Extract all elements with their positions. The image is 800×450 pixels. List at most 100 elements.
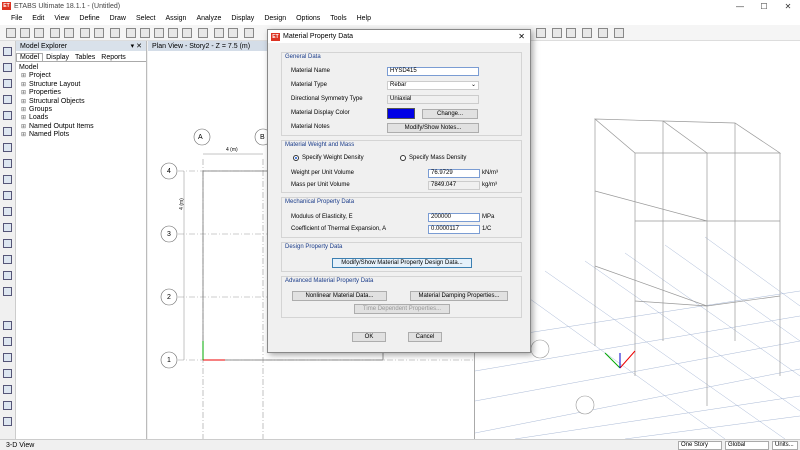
- tree-root-model[interactable]: Model: [19, 64, 143, 72]
- zoom-fit-icon[interactable]: [168, 28, 178, 38]
- damping-properties-button[interactable]: Material Damping Properties...: [410, 291, 508, 301]
- draw-point-load-icon[interactable]: [3, 287, 12, 296]
- menu-help[interactable]: Help: [352, 15, 376, 22]
- pointer-icon[interactable]: [3, 47, 12, 56]
- weight-per-volume-input[interactable]: 76.9729: [428, 169, 480, 178]
- menu-select[interactable]: Select: [131, 15, 160, 22]
- clear-selection-icon[interactable]: [3, 353, 12, 362]
- draw-slab-icon[interactable]: [3, 143, 12, 152]
- draw-column-icon[interactable]: [3, 111, 12, 120]
- wall-section-icon[interactable]: [582, 28, 592, 38]
- pencil-icon[interactable]: [80, 28, 90, 38]
- pan-icon[interactable]: [182, 28, 192, 38]
- snap-points-icon[interactable]: [3, 369, 12, 378]
- menu-analyze[interactable]: Analyze: [191, 15, 226, 22]
- menu-edit[interactable]: Edit: [27, 15, 49, 22]
- draw-opening-icon[interactable]: [3, 175, 12, 184]
- undo-icon[interactable]: [50, 28, 60, 38]
- maximize-button[interactable]: ☐: [752, 0, 776, 12]
- draw-grid-icon[interactable]: [3, 207, 12, 216]
- material-type-select[interactable]: Rebar ⌄: [387, 81, 479, 90]
- snap-ends-icon[interactable]: [3, 385, 12, 394]
- draw-section-cut-icon[interactable]: [3, 271, 12, 280]
- tree-item-properties[interactable]: Properties: [19, 89, 143, 98]
- model-tree: Model Project Structure Layout Propertie…: [16, 62, 146, 142]
- plan-view-icon[interactable]: [214, 28, 224, 38]
- tree-item-loads[interactable]: Loads: [19, 114, 143, 123]
- units-button[interactable]: Units...: [772, 441, 798, 450]
- select-all-icon[interactable]: [3, 321, 12, 330]
- modulus-input[interactable]: 200000: [428, 213, 480, 222]
- slab-section-icon[interactable]: [566, 28, 576, 38]
- close-button[interactable]: ✕: [776, 0, 800, 12]
- dialog-close-button[interactable]: ✕: [518, 32, 525, 41]
- draw-dimension-icon[interactable]: [3, 223, 12, 232]
- select-previous-icon[interactable]: [3, 337, 12, 346]
- weight-density-radio[interactable]: [293, 155, 299, 161]
- elevation-view-icon[interactable]: [228, 28, 238, 38]
- run-analysis-icon[interactable]: [110, 28, 120, 38]
- zoom-out-icon[interactable]: [140, 28, 150, 38]
- frame-section-icon[interactable]: [552, 28, 562, 38]
- tab-reports[interactable]: Reports: [98, 54, 129, 61]
- menu-view[interactable]: View: [49, 15, 74, 22]
- 3d-view-icon[interactable]: [198, 28, 208, 38]
- grid-bubble-a: A: [198, 134, 203, 141]
- save-icon[interactable]: [34, 28, 44, 38]
- menu-design[interactable]: Design: [259, 15, 291, 22]
- draw-area-icon[interactable]: [3, 191, 12, 200]
- rotate-icon[interactable]: [244, 28, 254, 38]
- zoom-window-icon[interactable]: [154, 28, 164, 38]
- nonlinear-data-button[interactable]: Nonlinear Material Data...: [292, 291, 387, 301]
- reshape-icon[interactable]: [3, 63, 12, 72]
- menu-draw[interactable]: Draw: [105, 15, 131, 22]
- draw-wall-icon[interactable]: [3, 159, 12, 168]
- story-selector[interactable]: One Story: [678, 441, 722, 450]
- tab-display[interactable]: Display: [43, 54, 72, 61]
- draw-link-icon[interactable]: [3, 239, 12, 248]
- pin-close-icon[interactable]: ▾ ✕: [131, 42, 142, 50]
- design-data-button[interactable]: Modify/Show Material Property Design Dat…: [332, 258, 472, 268]
- draw-brace-icon[interactable]: [3, 127, 12, 136]
- tree-item-structure-layout[interactable]: Structure Layout: [19, 81, 143, 90]
- weight-per-volume-label: Weight per Unit Volume: [291, 170, 354, 176]
- modify-notes-button[interactable]: Modify/Show Notes...: [387, 123, 479, 133]
- tree-item-groups[interactable]: Groups: [19, 106, 143, 115]
- dimension-label-side: 4 (m): [178, 198, 185, 210]
- ok-button[interactable]: OK: [352, 332, 386, 342]
- redo-icon[interactable]: [64, 28, 74, 38]
- tree-item-project[interactable]: Project: [19, 72, 143, 81]
- draw-beam-icon[interactable]: [3, 95, 12, 104]
- minimize-button[interactable]: —: [728, 0, 752, 12]
- mass-density-radio[interactable]: [400, 155, 406, 161]
- snap-intersections-icon[interactable]: [3, 401, 12, 410]
- model-explorer-title: Model Explorer: [20, 42, 68, 50]
- material-name-input[interactable]: HYSD415: [387, 67, 479, 76]
- draw-joint-icon[interactable]: [3, 79, 12, 88]
- menu-options[interactable]: Options: [291, 15, 325, 22]
- assign-arrow-icon[interactable]: [536, 28, 546, 38]
- open-icon[interactable]: [20, 28, 30, 38]
- menu-display[interactable]: Display: [226, 15, 259, 22]
- load-icon[interactable]: [614, 28, 624, 38]
- lock-icon[interactable]: [94, 28, 104, 38]
- restraint-icon[interactable]: [598, 28, 608, 38]
- menu-define[interactable]: Define: [74, 15, 104, 22]
- tab-model[interactable]: Model: [16, 53, 44, 61]
- change-color-button[interactable]: Change...: [422, 109, 478, 119]
- tree-item-named-output-items[interactable]: Named Output Items: [19, 123, 143, 132]
- snap-perpendicular-icon[interactable]: [3, 417, 12, 426]
- thermal-coef-input[interactable]: 0.0000117: [428, 225, 480, 234]
- new-model-icon[interactable]: [6, 28, 16, 38]
- menu-assign[interactable]: Assign: [160, 15, 191, 22]
- menu-tools[interactable]: Tools: [325, 15, 351, 22]
- zoom-in-icon[interactable]: [126, 28, 136, 38]
- draw-tendon-icon[interactable]: [3, 255, 12, 264]
- tab-tables[interactable]: Tables: [72, 54, 98, 61]
- tree-item-structural-objects[interactable]: Structural Objects: [19, 98, 143, 107]
- menu-file[interactable]: File: [6, 15, 27, 22]
- material-name-label: Material Name: [291, 68, 331, 74]
- tree-item-named-plots[interactable]: Named Plots: [19, 131, 143, 140]
- coordinate-system-selector[interactable]: Global: [725, 441, 769, 450]
- cancel-button[interactable]: Cancel: [408, 332, 442, 342]
